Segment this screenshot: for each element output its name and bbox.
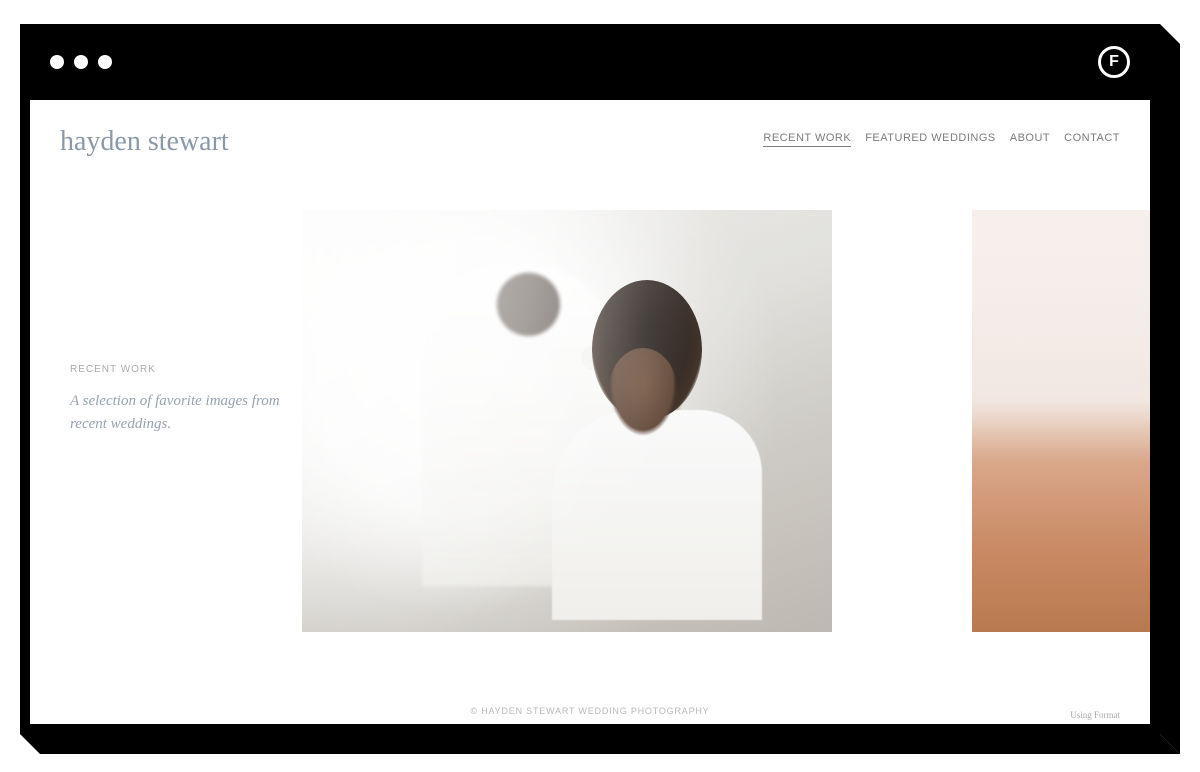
nav-about[interactable]: ABOUT bbox=[1010, 132, 1050, 147]
image-gallery[interactable] bbox=[302, 210, 1150, 632]
window-dot-3[interactable] bbox=[98, 55, 112, 69]
footer-credit[interactable]: Using Format bbox=[1070, 710, 1120, 720]
content-area: RECENT WORK A selection of favorite imag… bbox=[30, 178, 1150, 698]
section-title: RECENT WORK bbox=[70, 364, 156, 375]
primary-nav: RECENT WORK FEATURED WEDDINGS ABOUT CONT… bbox=[763, 132, 1120, 147]
frame-3d-edge-bottom bbox=[20, 734, 1180, 754]
format-brand-icon[interactable]: F bbox=[1098, 46, 1130, 78]
section-description: A selection of favorite images from rece… bbox=[70, 390, 280, 437]
nav-contact[interactable]: CONTACT bbox=[1064, 132, 1120, 147]
frame-3d-edge-right bbox=[1160, 24, 1180, 754]
site-viewport: hayden stewart RECENT WORK FEATURED WEDD… bbox=[30, 100, 1150, 724]
site-header: hayden stewart RECENT WORK FEATURED WEDD… bbox=[30, 100, 1150, 178]
nav-recent-work[interactable]: RECENT WORK bbox=[763, 132, 851, 147]
footer-copyright: © HAYDEN STEWART WEDDING PHOTOGRAPHY bbox=[471, 706, 710, 716]
site-logo[interactable]: hayden stewart bbox=[60, 122, 229, 156]
window-dot-1[interactable] bbox=[50, 55, 64, 69]
window-controls bbox=[50, 55, 112, 69]
nav-featured-weddings[interactable]: FEATURED WEDDINGS bbox=[865, 132, 996, 147]
window-dot-2[interactable] bbox=[74, 55, 88, 69]
format-brand-letter: F bbox=[1109, 53, 1119, 71]
gallery-image-2[interactable] bbox=[972, 210, 1150, 632]
site-footer: © HAYDEN STEWART WEDDING PHOTOGRAPHY Usi… bbox=[30, 698, 1150, 724]
browser-frame: F hayden stewart RECENT WORK FEATURED WE… bbox=[20, 24, 1160, 734]
gallery-image-1[interactable] bbox=[302, 210, 832, 632]
gallery-image-1-subject-bride bbox=[552, 288, 742, 608]
browser-titlebar: F bbox=[20, 24, 1160, 100]
browser-frame-wrapper: F hayden stewart RECENT WORK FEATURED WE… bbox=[20, 24, 1160, 734]
